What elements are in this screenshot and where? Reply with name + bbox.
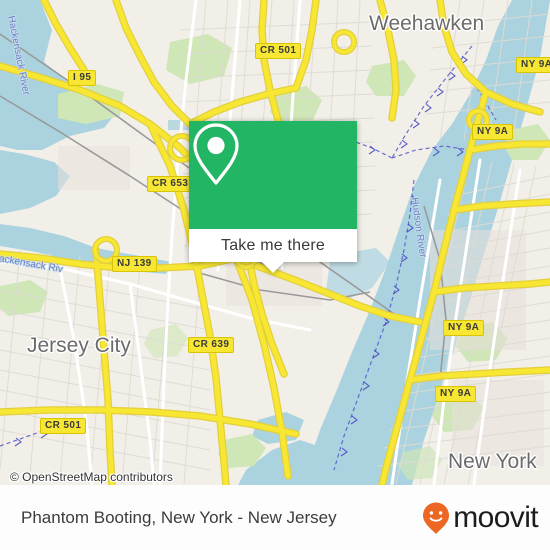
footer-bar: Phantom Booting, New York - New Jersey m… xyxy=(0,485,550,550)
take-me-there-label: Take me there xyxy=(221,236,325,254)
moovit-wordmark: moovit xyxy=(453,500,538,534)
moovit-pin-smiley-icon xyxy=(423,502,450,534)
osm-attribution[interactable]: © OpenStreetMap contributors xyxy=(10,470,173,484)
road-shield-cr-639: CR 639 xyxy=(188,337,235,353)
road-shield-cr-501-top: CR 501 xyxy=(255,43,302,59)
callout-pointer xyxy=(262,262,284,273)
page-title: Phantom Booting, New York - New Jersey xyxy=(21,507,337,527)
place-label-jersey-city: Jersey City xyxy=(27,334,131,357)
map-pin-icon xyxy=(193,123,239,185)
road-shield-i-95: I 95 xyxy=(68,70,97,86)
road-shield-ny-9a-4: NY 9A xyxy=(435,386,477,402)
road-shield-ny-9a-3: NY 9A xyxy=(443,320,485,336)
road-shield-ny-9a-1: NY 9A xyxy=(516,57,550,73)
location-callout-card[interactable]: Take me there xyxy=(189,121,357,273)
place-label-weehawken: Weehawken xyxy=(369,12,485,35)
map-canvas[interactable]: I 95 CR 501 NY 9A NY 9A CR 653 NJ 139 CR… xyxy=(0,0,550,485)
callout-image-area xyxy=(189,121,357,229)
place-label-new-york: New York xyxy=(448,450,537,473)
road-shield-nj-139: NJ 139 xyxy=(112,256,157,272)
road-shield-cr-501-bottom: CR 501 xyxy=(40,418,87,434)
callout-action-area[interactable]: Take me there xyxy=(189,229,357,273)
moovit-logo[interactable]: moovit xyxy=(421,500,539,535)
road-shield-cr-653: CR 653 xyxy=(147,176,194,192)
road-shield-ny-9a-2: NY 9A xyxy=(472,124,514,140)
screenshot-root: I 95 CR 501 NY 9A NY 9A CR 653 NJ 139 CR… xyxy=(0,0,550,550)
